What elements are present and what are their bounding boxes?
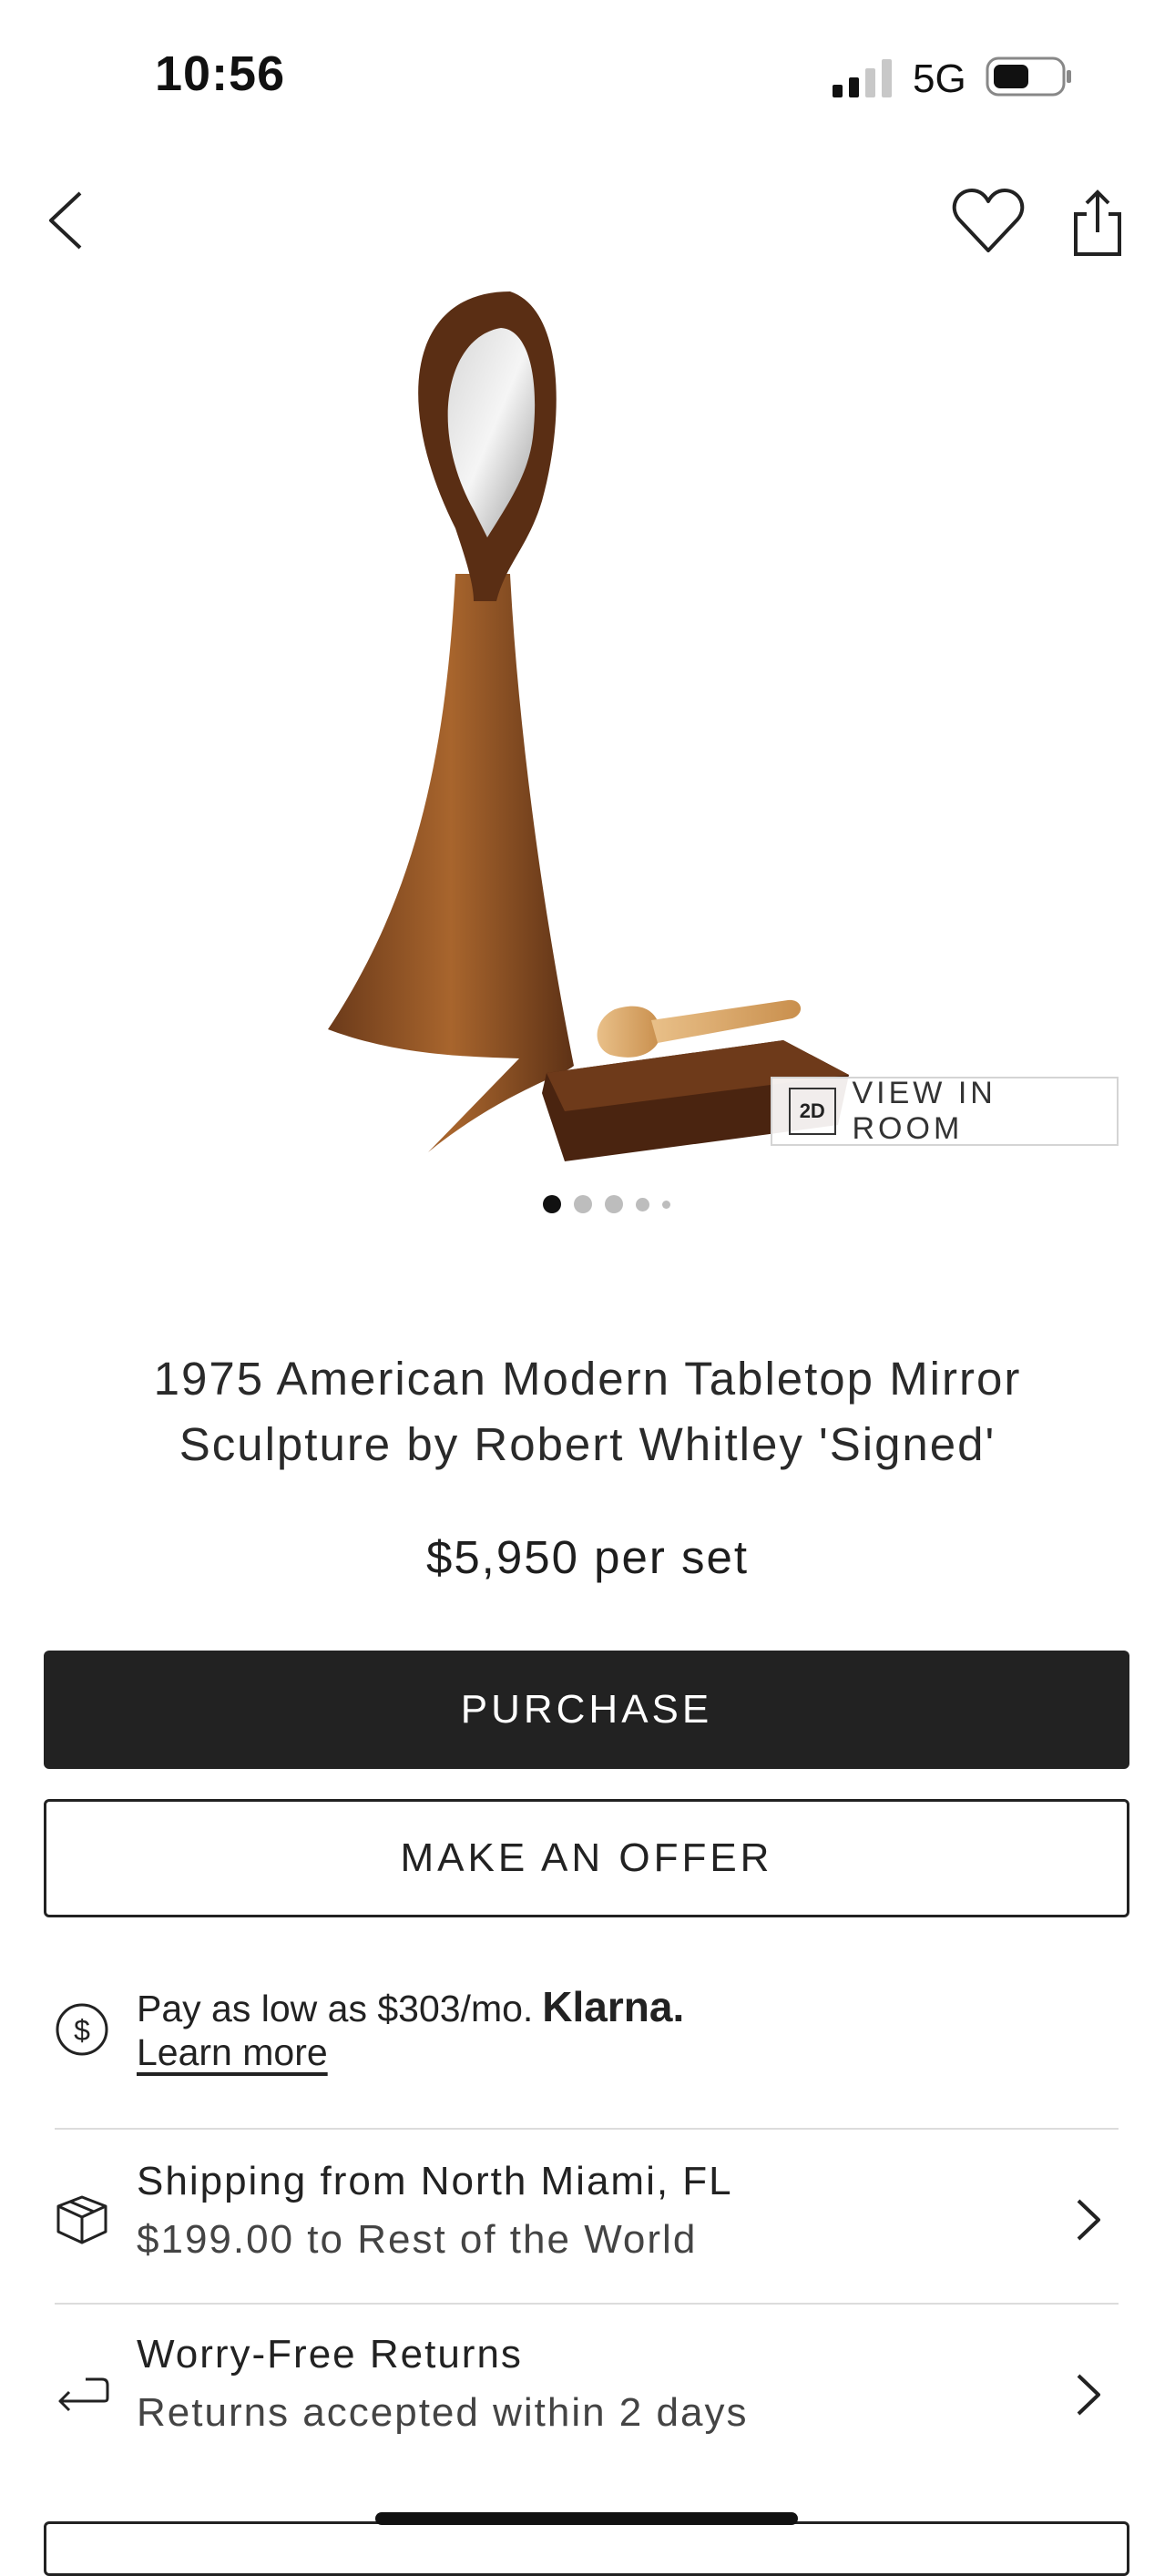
share-icon[interactable] [1070, 187, 1125, 260]
carousel-dot-active[interactable] [543, 1195, 561, 1213]
klarna-logo: Klarna. [542, 1983, 685, 2030]
network-type: 5G [913, 56, 966, 101]
returns-row[interactable]: Worry-Free Returns Returns accepted with… [44, 2306, 1129, 2476]
heart-icon[interactable] [952, 187, 1025, 255]
divider [55, 2303, 1119, 2305]
next-section-card[interactable] [44, 2521, 1129, 2576]
svg-text:$: $ [74, 2014, 90, 2047]
signal-strength-icon [833, 59, 892, 97]
carousel-dot[interactable] [636, 1197, 649, 1211]
carousel-dot[interactable] [605, 1195, 623, 1213]
financing-amount: Pay as low as $303/mo. [137, 1988, 534, 2029]
product-title: 1975 American Modern Tabletop Mirror Scu… [55, 1346, 1120, 1477]
return-arrow-icon [58, 2377, 109, 2412]
view-in-room-label: VIEW IN ROOM [852, 1076, 996, 1146]
product-title-line: Sculpture by Robert Whitley 'Signed' [179, 1418, 996, 1470]
status-time: 10:56 [155, 46, 286, 101]
shipping-title: Shipping from North Miami, FL [137, 2159, 733, 2203]
shipping-row[interactable]: Shipping from North Miami, FL $199.00 to… [44, 2131, 1129, 2303]
product-price: $5,950 per set [425, 1531, 750, 1583]
view-in-room-icon: 2D [789, 1088, 836, 1135]
financing-text: Pay as low as $303/mo. Klarna. [137, 1982, 684, 2031]
product-title-line: 1975 American Modern Tabletop Mirror [153, 1353, 1022, 1405]
product-image[interactable] [291, 273, 874, 1166]
purchase-button[interactable]: PURCHASE [44, 1651, 1129, 1769]
battery-icon [986, 56, 1071, 97]
home-indicator[interactable] [375, 2512, 798, 2525]
shipping-subtitle: $199.00 to Rest of the World [137, 2217, 698, 2262]
chevron-left-icon[interactable] [44, 189, 89, 251]
carousel-indicator[interactable] [543, 1193, 670, 1215]
learn-more-link[interactable]: Learn more [137, 2031, 328, 2074]
divider [55, 2128, 1119, 2130]
carousel-dot[interactable] [662, 1200, 670, 1209]
returns-subtitle: Returns accepted within 2 days [137, 2390, 749, 2435]
chevron-right-icon [1077, 2199, 1100, 2241]
box-icon [56, 2195, 107, 2244]
returns-title: Worry-Free Returns [137, 2332, 523, 2377]
dollar-circle-icon: $ [56, 2003, 108, 2056]
chevron-right-icon [1077, 2374, 1100, 2416]
view-in-room-button[interactable]: 2D VIEW IN ROOM [771, 1076, 1119, 1146]
carousel-dot[interactable] [574, 1195, 592, 1213]
make-offer-button[interactable]: MAKE AN OFFER [44, 1799, 1129, 1917]
